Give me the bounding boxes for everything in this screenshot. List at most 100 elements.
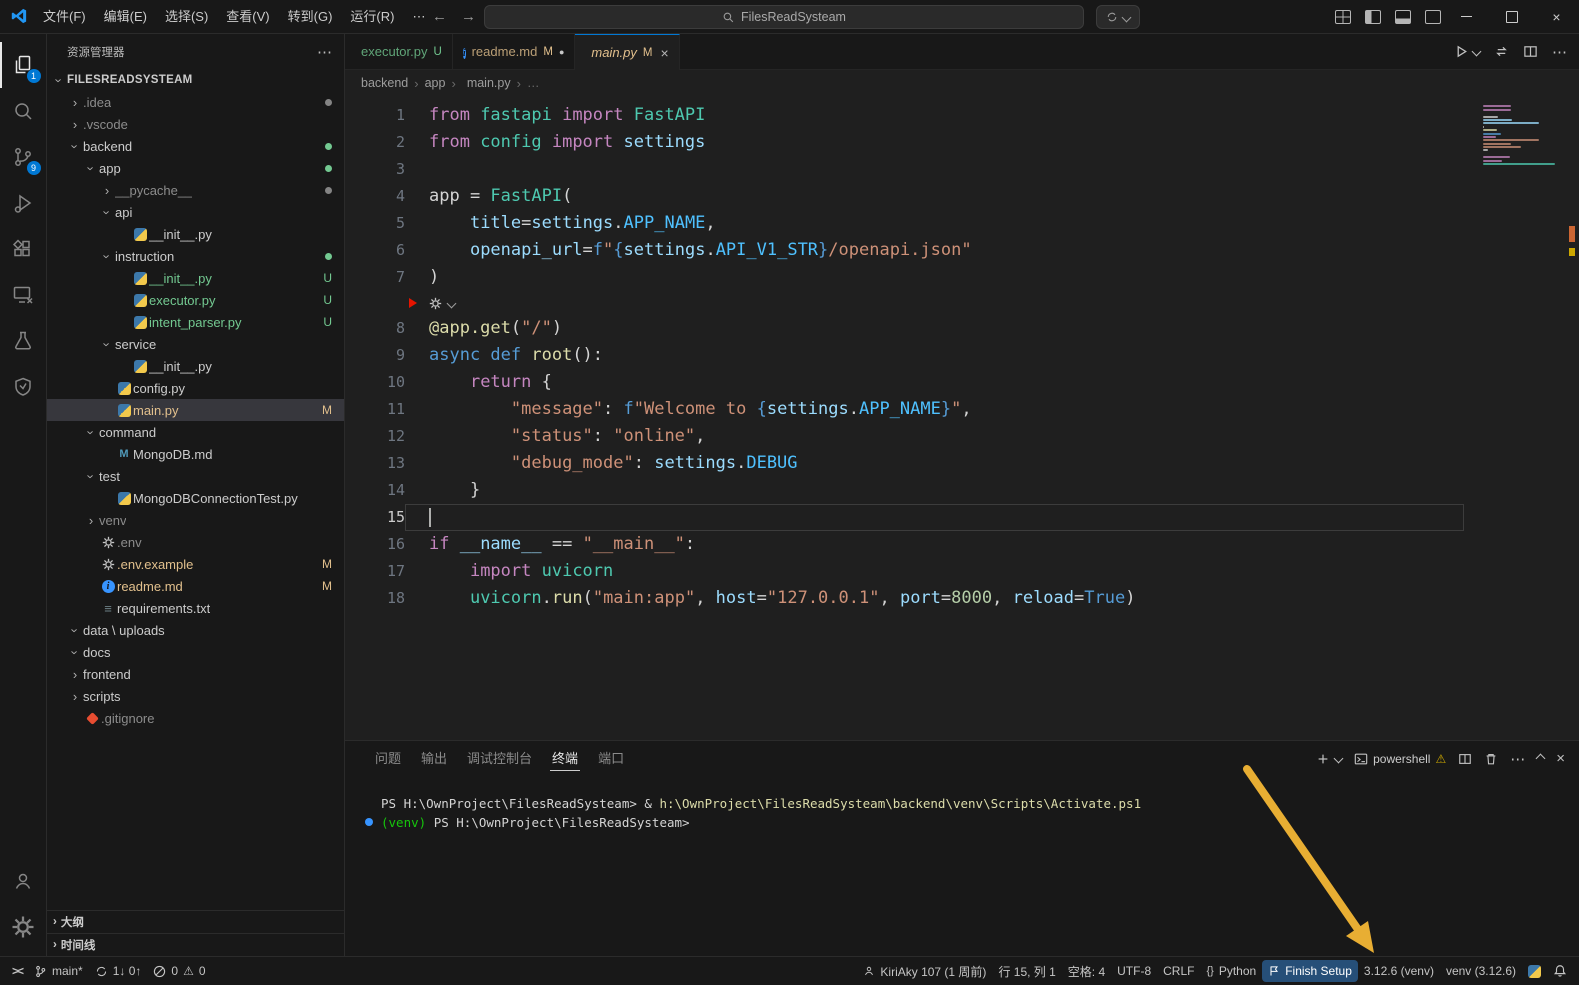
code-line[interactable]: 13 "debug_mode": settings.DEBUG — [345, 450, 1579, 477]
tree-item[interactable]: __init__.py — [47, 223, 344, 245]
line-number[interactable]: 5 — [345, 210, 405, 237]
open-changes-icon[interactable] — [1494, 44, 1509, 59]
close-button[interactable]: × — [1534, 0, 1579, 33]
panel-tab-端口[interactable]: 端口 — [588, 741, 634, 776]
tree-item[interactable]: MMongoDB.md — [47, 443, 344, 465]
line-number[interactable]: 11 — [345, 396, 405, 423]
line-number[interactable]: 4 — [345, 183, 405, 210]
tree-item[interactable]: ›.vscode — [47, 113, 344, 135]
code-line[interactable]: 2from config import settings — [345, 129, 1579, 156]
editor-more-actions-icon[interactable]: ⋯ — [1552, 43, 1567, 61]
toggle-primary-sidebar-button[interactable] — [1365, 10, 1381, 24]
line-number[interactable]: 6 — [345, 237, 405, 264]
tree-item[interactable]: ›backend — [47, 135, 344, 157]
menu-item-5[interactable]: 运行(R) — [341, 5, 403, 29]
tree-item[interactable]: .gitignore — [47, 707, 344, 729]
code-line[interactable]: 3 — [345, 156, 1579, 183]
panel-more-actions-icon[interactable]: ⋯ — [1510, 750, 1525, 768]
tree-item[interactable]: ›command — [47, 421, 344, 443]
python-interpreter-item[interactable]: 3.12.6 (venv) — [1358, 960, 1440, 982]
tab-executor.py[interactable]: executor.pyU — [345, 34, 453, 69]
forward-button[interactable]: → — [461, 8, 476, 25]
code-editor[interactable]: 1from fastapi import FastAPI2from config… — [345, 96, 1579, 740]
line-number[interactable]: 14 — [345, 477, 405, 504]
code-line[interactable]: 12 "status": "online", — [345, 423, 1579, 450]
kill-terminal-icon[interactable] — [1484, 752, 1498, 766]
tree-item[interactable]: __init__.py — [47, 355, 344, 377]
line-number[interactable]: 7 — [345, 264, 405, 291]
testing-icon[interactable] — [0, 318, 47, 364]
extensions-icon[interactable] — [0, 226, 47, 272]
toggle-secondary-sidebar-button[interactable] — [1425, 10, 1441, 24]
tree-item[interactable]: ›app — [47, 157, 344, 179]
split-editor-icon[interactable] — [1523, 44, 1538, 59]
breakpoint-marker[interactable] — [409, 298, 417, 308]
code-line[interactable]: 6 openapi_url=f"{settings.API_V1_STR}/op… — [345, 237, 1579, 264]
tree-item[interactable]: __init__.pyU — [47, 267, 344, 289]
terminal-output[interactable]: PS H:\OwnProject\FilesReadSysteam> & h:\… — [345, 776, 1579, 956]
remote-indicator[interactable]: >< — [6, 960, 28, 982]
split-terminal-icon[interactable] — [1458, 752, 1472, 766]
language-mode-item[interactable]: {} Python — [1200, 960, 1262, 982]
line-number[interactable]: 10 — [345, 369, 405, 396]
code-line[interactable]: 9async def root(): — [345, 342, 1579, 369]
line-number[interactable]: 9 — [345, 342, 405, 369]
launch-profile-dropdown[interactable] — [1096, 5, 1140, 29]
tree-item[interactable]: ›venv — [47, 509, 344, 531]
menu-item-3[interactable]: 查看(V) — [217, 5, 278, 29]
code-line[interactable]: 11 "message": f"Welcome to {settings.APP… — [345, 396, 1579, 423]
maximize-button[interactable] — [1489, 0, 1534, 33]
sidebar-section-1[interactable]: ›时间线 — [47, 933, 344, 956]
breadcrumb-item[interactable]: main.py — [462, 76, 511, 90]
tree-item[interactable]: ireadme.mdM — [47, 575, 344, 597]
line-number[interactable]: 8 — [345, 315, 405, 342]
dirty-dot-icon[interactable]: ● — [559, 47, 564, 57]
extension-shield-icon[interactable] — [0, 364, 47, 410]
code-line[interactable]: 15 — [345, 504, 1579, 531]
maximize-panel-icon[interactable] — [1536, 754, 1546, 764]
menu-item-0[interactable]: 文件(F) — [34, 5, 95, 29]
search-icon[interactable] — [0, 88, 47, 134]
git-blame-item[interactable]: KiriAky 107 (1 周前) — [857, 960, 992, 982]
panel-tab-输出[interactable]: 输出 — [411, 741, 457, 776]
tree-item[interactable]: ›docs — [47, 641, 344, 663]
tree-item[interactable]: ›.idea — [47, 91, 344, 113]
line-number[interactable]: 1 — [345, 102, 405, 129]
code-line[interactable]: 5 title=settings.APP_NAME, — [345, 210, 1579, 237]
terminal-profile-item[interactable]: powershell ⚠ — [1354, 752, 1446, 766]
breadcrumb[interactable]: backend›app›main.py›… — [345, 70, 1579, 96]
line-number[interactable]: 18 — [345, 585, 405, 612]
finish-setup-button[interactable]: Finish Setup — [1262, 960, 1358, 982]
breadcrumb-item[interactable]: backend — [361, 76, 408, 90]
tab-main.py[interactable]: main.pyM× — [575, 34, 679, 70]
tree-item[interactable]: ›frontend — [47, 663, 344, 685]
git-branch-item[interactable]: main* — [28, 960, 89, 982]
tree-item[interactable]: ›__pycache__ — [47, 179, 344, 201]
panel-tab-调试控制台[interactable]: 调试控制台 — [457, 741, 542, 776]
tree-item[interactable]: ›test — [47, 465, 344, 487]
git-sync-item[interactable]: 1↓ 0↑ — [89, 960, 148, 982]
menu-item-1[interactable]: 编辑(E) — [95, 5, 156, 29]
breadcrumb-item[interactable]: app — [425, 76, 446, 90]
notifications-bell[interactable] — [1547, 960, 1573, 982]
tree-item[interactable]: config.py — [47, 377, 344, 399]
accounts-icon[interactable] — [0, 858, 47, 904]
close-panel-icon[interactable]: × — [1556, 750, 1565, 767]
problems-item[interactable]: 0 ⚠ 0 — [147, 960, 211, 982]
line-number[interactable]: 16 — [345, 531, 405, 558]
code-line[interactable]: 18 uvicorn.run("main:app", host="127.0.0… — [345, 585, 1579, 612]
code-line[interactable]: 16if __name__ == "__main__": — [345, 531, 1579, 558]
line-number[interactable]: 2 — [345, 129, 405, 156]
tree-item[interactable]: ≡requirements.txt — [47, 597, 344, 619]
indentation-item[interactable]: 空格: 4 — [1062, 960, 1111, 982]
code-line[interactable]: 1from fastapi import FastAPI — [345, 102, 1579, 129]
customize-layout-button[interactable] — [1335, 10, 1351, 24]
run-python-file-button[interactable] — [1454, 44, 1480, 59]
tree-item[interactable]: main.pyM — [47, 399, 344, 421]
line-number[interactable]: 17 — [345, 558, 405, 585]
tab-readme.md[interactable]: ireadme.mdM● — [453, 34, 576, 69]
minimize-button[interactable] — [1444, 0, 1489, 33]
code-line[interactable]: 10 return { — [345, 369, 1579, 396]
new-terminal-button[interactable] — [1316, 752, 1342, 766]
python-env-item[interactable]: venv (3.12.6) — [1440, 960, 1522, 982]
